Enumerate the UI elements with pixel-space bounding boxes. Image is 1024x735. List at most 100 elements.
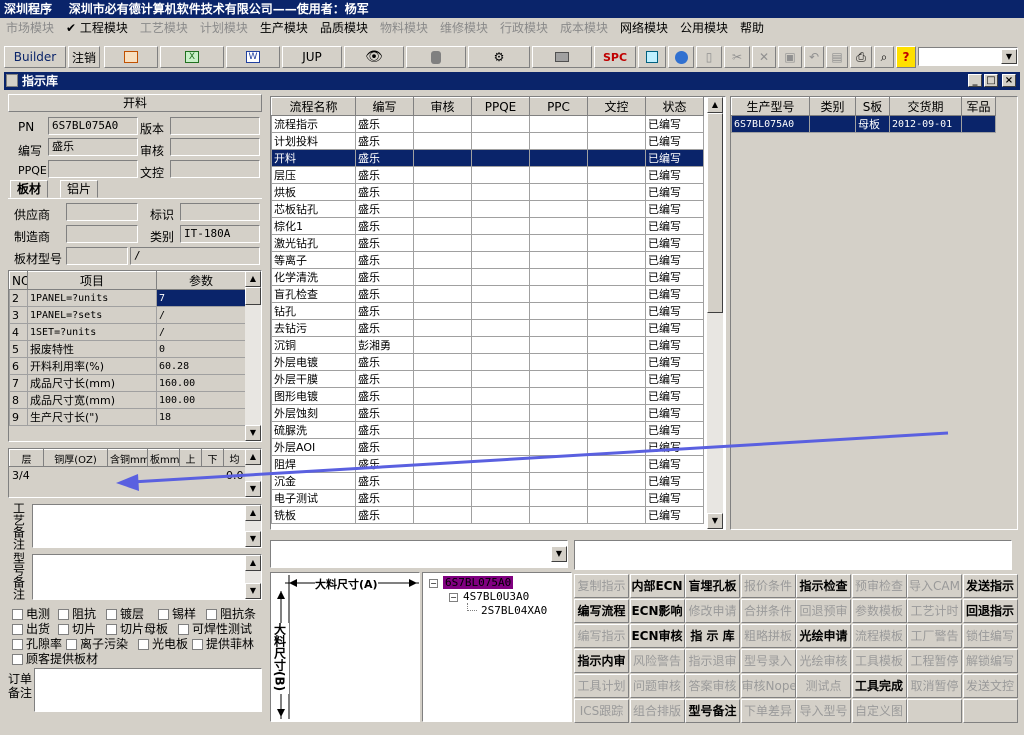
flow-cell[interactable]: [587, 217, 646, 235]
flow-cell[interactable]: 已编写: [645, 319, 704, 337]
action-button[interactable]: ECN影响: [629, 599, 685, 623]
flow-cell[interactable]: 盛乐: [355, 438, 414, 456]
flow-cell[interactable]: 已编写: [645, 506, 704, 524]
audit-field[interactable]: [170, 138, 260, 156]
param-cell[interactable]: 成品尺寸宽(mm): [27, 391, 157, 409]
flow-cell[interactable]: [587, 183, 646, 201]
flow-cell[interactable]: 硫脲洗: [271, 421, 356, 439]
flow-cell[interactable]: [413, 132, 472, 150]
flow-header[interactable]: 编写: [355, 97, 414, 116]
flow-row[interactable]: 电子测试 盛乐 已编写: [271, 489, 704, 507]
action-button[interactable]: 回退指示: [962, 599, 1018, 623]
flow-cell[interactable]: [413, 234, 472, 252]
action-button[interactable]: 工具模板: [851, 649, 907, 673]
param-cell[interactable]: 0: [156, 340, 246, 358]
flow-header[interactable]: 流程名称: [271, 97, 356, 116]
menu-item[interactable]: 计划模块: [194, 18, 254, 38]
action-button[interactable]: 粗略拼板: [740, 624, 796, 648]
flow-cell[interactable]: [587, 132, 646, 150]
flow-cell[interactable]: [413, 506, 472, 524]
tree-collapse-icon[interactable]: −: [429, 579, 438, 588]
product-cell[interactable]: [809, 115, 856, 133]
action-button[interactable]: 型号录入: [740, 649, 796, 673]
flow-cell[interactable]: [529, 353, 588, 371]
action-button[interactable]: 取消暂停: [907, 674, 962, 698]
preview-icon[interactable]: ▤: [826, 46, 848, 68]
flow-header[interactable]: 文控: [587, 97, 646, 116]
flow-cell[interactable]: 盛乐: [355, 132, 414, 150]
action-button[interactable]: 指示退审: [685, 649, 740, 673]
flow-cell[interactable]: 盛乐: [355, 489, 414, 507]
param-row[interactable]: 5 报废特性 0: [9, 340, 246, 358]
action-button[interactable]: 导入型号: [796, 699, 851, 723]
flow-cell[interactable]: [529, 115, 588, 133]
checkbox-box[interactable]: [12, 624, 23, 635]
flow-cell[interactable]: [413, 319, 472, 337]
flow-cell[interactable]: [529, 472, 588, 490]
param-header[interactable]: NO: [9, 271, 28, 290]
param-row[interactable]: 4 1SET=?units /: [9, 323, 246, 341]
network-icon[interactable]: ⚙: [468, 46, 530, 68]
flow-cell[interactable]: [529, 506, 588, 524]
flow-cell[interactable]: [587, 149, 646, 167]
param-cell[interactable]: 1PANEL=?sets: [27, 306, 157, 324]
type-note-field[interactable]: ▲ ▼: [32, 554, 262, 600]
toolbar-combo[interactable]: ▼: [918, 47, 1018, 66]
action-button[interactable]: 修改申请: [685, 599, 740, 623]
layer-header[interactable]: 均: [223, 449, 246, 467]
flow-cell[interactable]: [413, 489, 472, 507]
action-button[interactable]: 参数模板: [851, 599, 907, 623]
flow-cell[interactable]: [413, 421, 472, 439]
flow-row[interactable]: 铣板 盛乐 已编写: [271, 506, 704, 524]
flow-cell[interactable]: [471, 115, 530, 133]
flow-header[interactable]: 审核: [413, 97, 472, 116]
action-button[interactable]: 预审检查: [851, 574, 907, 598]
flow-cell[interactable]: 图形电镀: [271, 387, 356, 405]
flow-cell[interactable]: [471, 132, 530, 150]
flow-row[interactable]: 激光钻孔 盛乐 已编写: [271, 234, 704, 252]
param-cell[interactable]: 7: [156, 289, 246, 307]
flow-cell[interactable]: 盛乐: [355, 370, 414, 388]
flow-row[interactable]: 图形电镀 盛乐 已编写: [271, 387, 704, 405]
flow-cell[interactable]: [587, 455, 646, 473]
flow-cell[interactable]: [471, 319, 530, 337]
flow-cell[interactable]: [413, 183, 472, 201]
flow-cell[interactable]: [413, 455, 472, 473]
flow-cell[interactable]: 已编写: [645, 115, 704, 133]
flow-cell[interactable]: 已编写: [645, 217, 704, 235]
menu-item[interactable]: 市场模块: [0, 18, 60, 38]
flow-cell[interactable]: [587, 438, 646, 456]
menu-item[interactable]: 公用模块: [674, 18, 734, 38]
checkbox-box[interactable]: [12, 654, 23, 665]
flow-row[interactable]: 去钻污 盛乐 已编写: [271, 319, 704, 337]
flow-cell[interactable]: [413, 268, 472, 286]
param-cell[interactable]: 开料利用率(%): [27, 357, 157, 375]
maximize-button[interactable]: □: [984, 74, 998, 87]
flow-cell[interactable]: [471, 285, 530, 303]
flow-cell[interactable]: [471, 268, 530, 286]
flow-cell[interactable]: 已编写: [645, 438, 704, 456]
action-button[interactable]: 复制指示: [574, 574, 629, 598]
checkbox-box[interactable]: [66, 639, 77, 650]
board-model-field-2[interactable]: /: [130, 247, 260, 265]
flow-cell[interactable]: [529, 285, 588, 303]
excel-icon[interactable]: X: [160, 46, 224, 68]
flow-cell[interactable]: [529, 438, 588, 456]
tab-board[interactable]: 板材: [10, 180, 49, 198]
flow-cell[interactable]: [587, 421, 646, 439]
flow-cell[interactable]: [471, 438, 530, 456]
flow-cell[interactable]: 流程指示: [271, 115, 356, 133]
flow-cell[interactable]: 盛乐: [355, 183, 414, 201]
flow-row[interactable]: 钻孔 盛乐 已编写: [271, 302, 704, 320]
checkbox-box[interactable]: [58, 624, 69, 635]
flow-cell[interactable]: 已编写: [645, 149, 704, 167]
flow-cell[interactable]: 盛乐: [355, 234, 414, 252]
product-cell[interactable]: 母板: [855, 115, 890, 133]
flow-cell[interactable]: 已编写: [645, 404, 704, 422]
flow-cell[interactable]: [413, 387, 472, 405]
checkbox-box[interactable]: [106, 609, 117, 620]
action-button[interactable]: ICS跟踪: [574, 699, 629, 723]
flow-cell[interactable]: [529, 166, 588, 184]
flow-cell[interactable]: 盛乐: [355, 115, 414, 133]
flow-cell[interactable]: 盛乐: [355, 200, 414, 218]
